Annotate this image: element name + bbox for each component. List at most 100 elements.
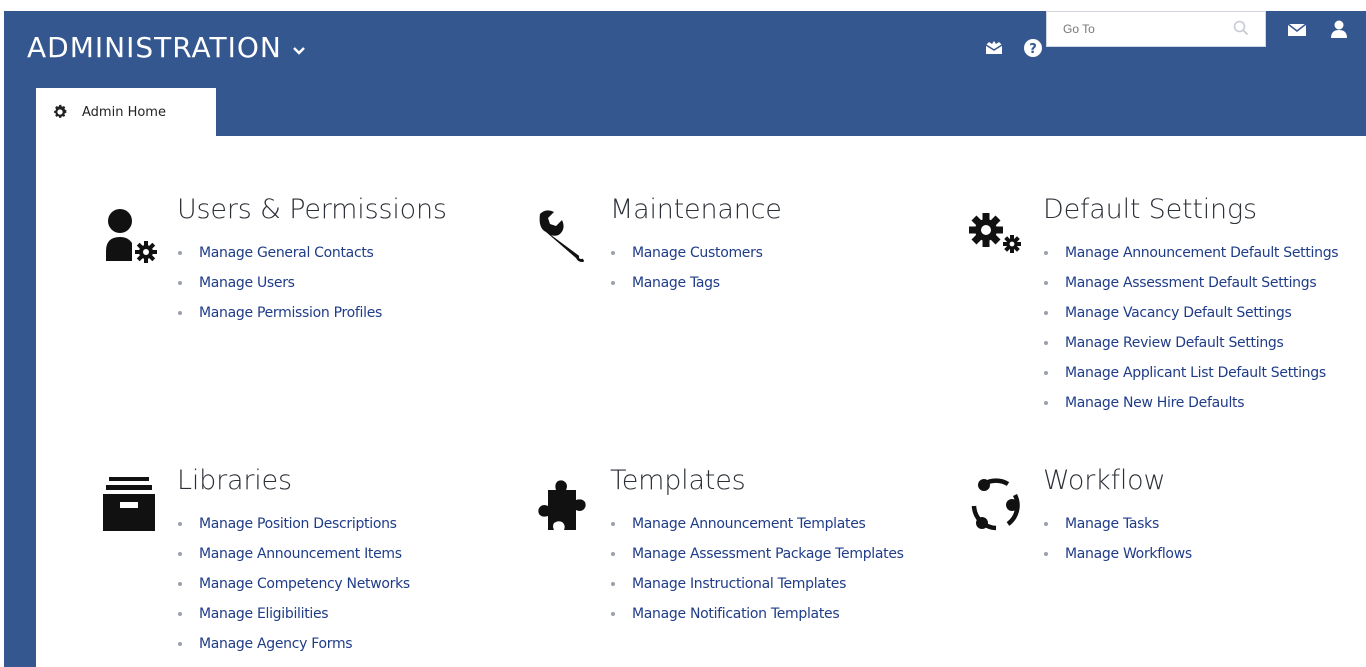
link-manage-announcement-templates[interactable]: Manage Announcement Templates (632, 516, 866, 532)
link-list: Manage Customers Manage Tags (611, 238, 763, 298)
goto-search-box (1046, 11, 1266, 47)
link-manage-tasks[interactable]: Manage Tasks (1065, 516, 1159, 532)
list-item: Manage Competency Networks (178, 569, 410, 599)
bullet (1044, 281, 1048, 285)
list-item: Manage Permission Profiles (178, 298, 382, 328)
section-title: Maintenance (610, 194, 782, 225)
link-manage-applicant-list-default-settings[interactable]: Manage Applicant List Default Settings (1065, 365, 1326, 381)
list-item: Manage Instructional Templates (611, 569, 904, 599)
bullet (178, 642, 182, 646)
section-title: Libraries (177, 465, 292, 496)
mail-icon[interactable] (1287, 23, 1307, 37)
bullet (178, 582, 182, 586)
bullet (178, 522, 182, 526)
list-item: Manage Applicant List Default Settings (1044, 358, 1338, 388)
bullet (178, 311, 182, 315)
list-item: Manage Vacancy Default Settings (1044, 298, 1338, 328)
link-manage-review-default-settings[interactable]: Manage Review Default Settings (1065, 335, 1284, 351)
link-manage-assessment-default-settings[interactable]: Manage Assessment Default Settings (1065, 275, 1317, 291)
list-item: Manage Users (178, 268, 382, 298)
workflow-cycle-icon (971, 478, 1020, 531)
top-border (0, 0, 1366, 11)
tab-label: Admin Home (82, 104, 166, 120)
link-list: Manage Position Descriptions Manage Anno… (178, 509, 410, 659)
bullet (611, 552, 615, 556)
link-manage-customers[interactable]: Manage Customers (632, 245, 763, 261)
section-title: Templates (610, 465, 746, 496)
link-manage-eligibilities[interactable]: Manage Eligibilities (199, 606, 329, 622)
list-item: Manage Announcement Templates (611, 509, 904, 539)
link-manage-position-descriptions[interactable]: Manage Position Descriptions (199, 516, 397, 532)
link-list: Manage Announcement Default Settings Man… (1044, 238, 1339, 418)
link-manage-competency-networks[interactable]: Manage Competency Networks (199, 576, 410, 592)
gears-icon (969, 213, 1021, 253)
wrench-icon (539, 210, 584, 262)
list-item: Manage Position Descriptions (178, 509, 410, 539)
bullet (178, 612, 182, 616)
bullet (1044, 371, 1048, 375)
list-item: Manage Eligibilities (178, 599, 410, 629)
list-item: Manage Announcement Default Settings (1044, 238, 1339, 268)
list-item: Manage Customers (611, 238, 763, 268)
list-item: Manage General Contacts (178, 238, 382, 268)
bullet (611, 251, 615, 255)
section-title: Default Settings (1043, 194, 1257, 225)
search-icon[interactable] (1233, 20, 1249, 36)
user-icon[interactable] (1330, 20, 1348, 38)
link-manage-workflows[interactable]: Manage Workflows (1065, 546, 1192, 562)
link-manage-notification-templates[interactable]: Manage Notification Templates (632, 606, 840, 622)
bullet (1044, 522, 1048, 526)
bullet (611, 582, 615, 586)
list-item: Manage Tasks (1044, 509, 1192, 539)
left-frame (4, 136, 36, 667)
link-manage-vacancy-default-settings[interactable]: Manage Vacancy Default Settings (1065, 305, 1292, 321)
link-manage-tags[interactable]: Manage Tags (632, 275, 720, 291)
list-item: Manage Assessment Default Settings (1044, 268, 1338, 298)
list-item: Manage Workflows (1044, 539, 1192, 569)
link-manage-permission-profiles[interactable]: Manage Permission Profiles (199, 305, 382, 321)
link-manage-announcement-items[interactable]: Manage Announcement Items (199, 546, 402, 562)
link-list: Manage General Contacts Manage Users Man… (178, 238, 382, 328)
list-item: Manage New Hire Defaults (1044, 388, 1338, 418)
link-manage-users[interactable]: Manage Users (199, 275, 295, 291)
list-item: Manage Notification Templates (611, 599, 904, 629)
svg-text:?: ? (1029, 42, 1037, 57)
link-manage-assessment-package-templates[interactable]: Manage Assessment Package Templates (632, 546, 904, 562)
bullet (611, 522, 615, 526)
bullet (611, 612, 615, 616)
app-title-menu[interactable]: ADMINISTRATION (27, 31, 306, 64)
tab-admin-home[interactable]: Admin Home (36, 88, 216, 136)
link-list: Manage Announcement Templates Manage Ass… (611, 509, 904, 629)
link-manage-new-hire-defaults[interactable]: Manage New Hire Defaults (1065, 395, 1245, 411)
archive-icon (103, 477, 155, 531)
bullet (178, 251, 182, 255)
bullet (1044, 341, 1048, 345)
bullet (1044, 251, 1048, 255)
bullet (178, 552, 182, 556)
list-item: Manage Announcement Items (178, 539, 410, 569)
list-item: Manage Agency Forms (178, 629, 410, 659)
list-item: Manage Assessment Package Templates (611, 539, 904, 569)
chevron-down-icon (292, 46, 305, 55)
app-title: ADMINISTRATION (27, 31, 282, 64)
link-manage-announcement-default-settings[interactable]: Manage Announcement Default Settings (1065, 245, 1339, 261)
link-list: Manage Tasks Manage Workflows (1044, 509, 1192, 569)
section-title: Users & Permissions (177, 194, 447, 225)
bullet (611, 281, 615, 285)
bullet (1044, 311, 1048, 315)
goto-search-input[interactable] (1047, 12, 1232, 46)
announcement-icon[interactable] (984, 40, 1004, 56)
list-item: Manage Tags (611, 268, 763, 298)
link-manage-agency-forms[interactable]: Manage Agency Forms (199, 636, 353, 652)
list-item: Manage Review Default Settings (1044, 328, 1338, 358)
bullet (178, 281, 182, 285)
link-manage-general-contacts[interactable]: Manage General Contacts (199, 245, 374, 261)
bullet (1044, 552, 1048, 556)
puzzle-icon (538, 480, 586, 530)
bullet (1044, 401, 1048, 405)
section-title: Workflow (1043, 465, 1166, 496)
gear-icon (54, 104, 67, 118)
help-icon[interactable]: ? (1023, 38, 1043, 58)
user-gear-icon (106, 209, 157, 263)
link-manage-instructional-templates[interactable]: Manage Instructional Templates (632, 576, 846, 592)
